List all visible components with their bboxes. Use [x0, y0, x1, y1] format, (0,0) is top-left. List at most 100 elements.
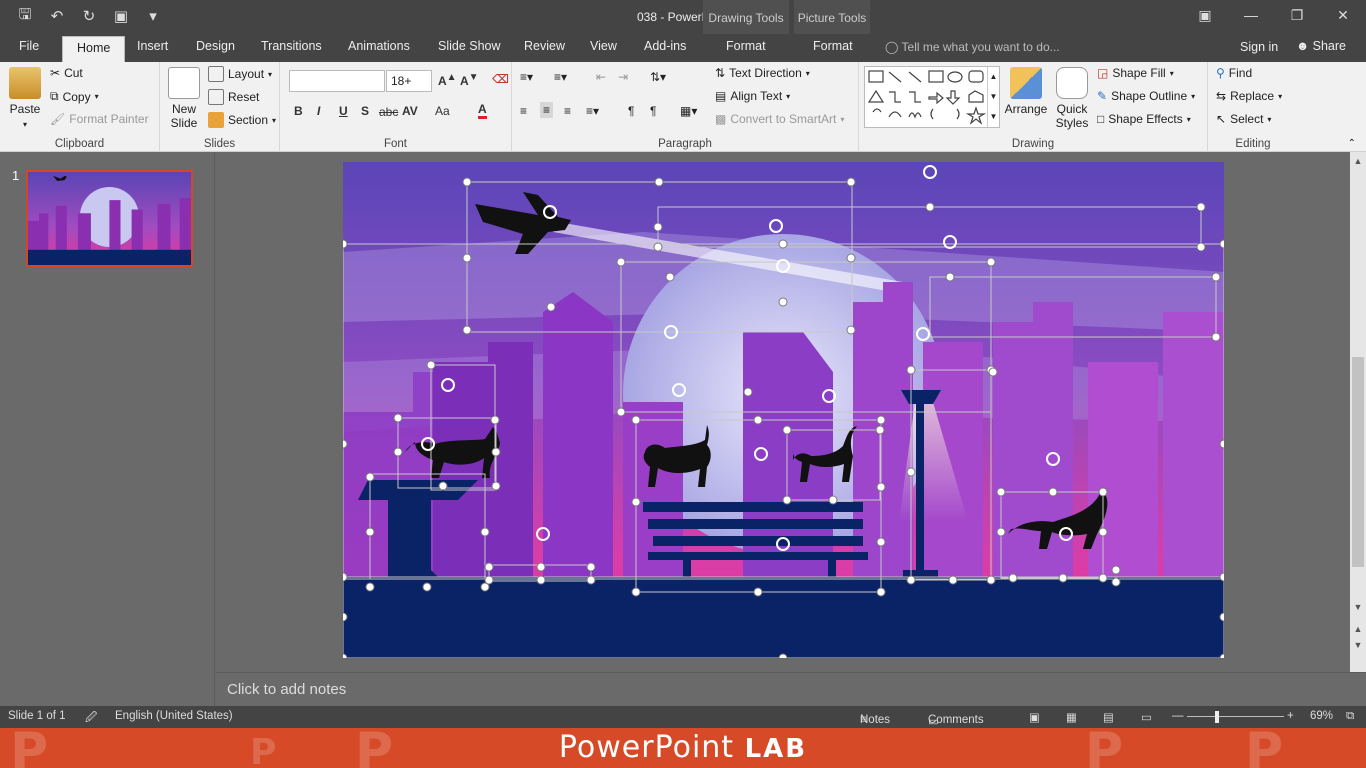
- scissors-icon: ✂: [50, 66, 61, 80]
- increase-indent-icon[interactable]: ⇥: [618, 70, 628, 84]
- scroll-up-icon[interactable]: ▲: [1352, 156, 1364, 166]
- shape-effects-button[interactable]: □ Shape Effects ▾: [1097, 112, 1191, 126]
- format-painter-button[interactable]: 🖌 Format Painter: [50, 112, 149, 126]
- tab-insert[interactable]: Insert: [137, 39, 168, 53]
- normal-view-icon[interactable]: ▣: [1029, 710, 1040, 724]
- shrink-font-button[interactable]: A▼: [460, 72, 479, 88]
- copy-button[interactable]: ⧉ Copy ▾: [50, 89, 99, 104]
- tab-home[interactable]: Home: [62, 36, 126, 62]
- justify-icon[interactable]: ≡▾: [586, 104, 599, 118]
- chevron-down-icon: ▾: [22, 120, 27, 129]
- window-title: 038 - PowerPoint: [636, 10, 730, 24]
- replace-button[interactable]: ⇆ Replace ▾: [1216, 89, 1282, 103]
- slide-sorter-icon[interactable]: ▦: [1066, 710, 1077, 724]
- slide-show-icon[interactable]: ▭: [1141, 710, 1152, 724]
- undo-icon[interactable]: ↶: [46, 6, 68, 26]
- char-spacing-button[interactable]: AV: [402, 104, 418, 118]
- zoom-slider-track[interactable]: [1187, 716, 1284, 717]
- customize-qat-icon[interactable]: ▾: [142, 6, 164, 26]
- previous-slide-icon[interactable]: ▲: [1352, 624, 1364, 634]
- paste-button[interactable]: Paste ▾: [6, 67, 44, 130]
- tab-file[interactable]: File: [19, 39, 39, 53]
- select-button[interactable]: ↖ Select ▾: [1216, 112, 1271, 126]
- zoom-in-button[interactable]: +: [1287, 710, 1294, 722]
- font-size-combo[interactable]: 18+: [386, 70, 432, 92]
- grow-font-button[interactable]: A▲: [438, 72, 457, 88]
- decrease-indent-icon[interactable]: ⇤: [596, 70, 606, 84]
- tell-me-search[interactable]: ◯ Tell me what you want to do...: [885, 40, 1060, 54]
- quick-styles-button[interactable]: Quick Styles: [1049, 67, 1095, 130]
- ribbon-display-icon[interactable]: ▣: [1182, 0, 1228, 30]
- underline-button[interactable]: U: [339, 104, 348, 118]
- next-slide-icon[interactable]: ▼: [1352, 640, 1364, 650]
- align-text-button[interactable]: ▤ Align Text ▾: [715, 89, 790, 103]
- slide-thumbnail[interactable]: [26, 170, 193, 267]
- arrange-button[interactable]: Arrange: [1004, 67, 1048, 116]
- zoom-slider-handle[interactable]: [1215, 711, 1219, 723]
- sign-in-link[interactable]: Sign in: [1240, 40, 1278, 54]
- tab-animations[interactable]: Animations: [348, 39, 410, 53]
- align-left-icon[interactable]: ≡: [520, 104, 527, 118]
- shadow-button[interactable]: S: [361, 104, 369, 118]
- align-right-icon[interactable]: ≡: [564, 104, 571, 118]
- notes-pane[interactable]: Click to add notes: [216, 672, 1366, 706]
- bold-button[interactable]: B: [294, 104, 303, 118]
- tab-format-picture[interactable]: Format: [813, 39, 853, 53]
- language-indicator[interactable]: English (United States): [115, 710, 233, 722]
- replace-icon: ⇆: [1216, 89, 1227, 103]
- zoom-out-button[interactable]: —: [1172, 710, 1184, 722]
- close-button[interactable]: ✕: [1320, 0, 1366, 30]
- font-color-button[interactable]: A: [478, 102, 487, 119]
- tab-format-drawing[interactable]: Format: [726, 39, 766, 53]
- maximize-button[interactable]: ❐: [1274, 0, 1320, 30]
- save-icon[interactable]: 🖫: [14, 6, 36, 26]
- section-button[interactable]: Section ▾: [208, 112, 276, 128]
- find-button[interactable]: ⚲ Find: [1216, 66, 1252, 80]
- change-case-button[interactable]: Aa: [435, 104, 450, 118]
- reading-view-icon[interactable]: ▤: [1103, 710, 1114, 724]
- ltr-icon[interactable]: ¶: [628, 104, 634, 118]
- lightbulb-icon: ◯: [885, 40, 902, 54]
- font-name-combo[interactable]: [289, 70, 385, 92]
- gallery-scroll[interactable]: ▲ ▼ ▼: [987, 67, 999, 127]
- tab-view[interactable]: View: [590, 39, 617, 53]
- slide-canvas[interactable]: [343, 162, 1224, 658]
- scrollbar-thumb[interactable]: [1352, 357, 1364, 567]
- cut-button[interactable]: ✂ Cut: [50, 66, 83, 80]
- scroll-down-icon[interactable]: ▼: [1352, 602, 1364, 612]
- thumbnail-art: [28, 172, 191, 265]
- minimize-button[interactable]: —: [1228, 0, 1274, 30]
- italic-button[interactable]: I: [317, 104, 320, 118]
- bullets-icon[interactable]: ≡▾: [520, 70, 533, 84]
- shape-fill-button[interactable]: ◲ Shape Fill ▾: [1097, 66, 1174, 80]
- tab-review[interactable]: Review: [524, 39, 565, 53]
- tab-add-ins[interactable]: Add-ins: [644, 39, 686, 53]
- tab-design[interactable]: Design: [196, 39, 235, 53]
- shapes-gallery[interactable]: ▲ ▼ ▼: [864, 66, 1000, 128]
- collapse-ribbon-icon[interactable]: ⌃: [1348, 138, 1356, 149]
- columns-icon[interactable]: ▦▾: [680, 104, 697, 118]
- vertical-scrollbar[interactable]: ▲ ▼ ▲ ▼: [1350, 152, 1366, 672]
- fit-slide-icon[interactable]: ⧉: [1346, 710, 1354, 723]
- zoom-level[interactable]: 69%: [1310, 710, 1333, 722]
- strikethrough-button[interactable]: abc: [379, 105, 398, 119]
- present-icon[interactable]: ▣: [110, 6, 132, 26]
- redo-icon[interactable]: ↻: [78, 6, 100, 26]
- shape-outline-button[interactable]: ✎ Shape Outline ▾: [1097, 89, 1195, 103]
- clear-format-icon[interactable]: ⌫: [492, 72, 509, 86]
- rtl-icon[interactable]: ¶: [650, 104, 656, 118]
- layout-icon: [208, 66, 224, 82]
- spell-check-icon[interactable]: 🖉: [85, 710, 97, 729]
- convert-smartart-button[interactable]: ▩ Convert to SmartArt ▾: [715, 112, 844, 126]
- share-button[interactable]: ☻ Share: [1292, 37, 1350, 55]
- numbering-icon[interactable]: ≡▾: [554, 70, 567, 84]
- notes-placeholder: Click to add notes: [227, 681, 347, 698]
- text-direction-button[interactable]: ⇅ Text Direction ▾: [715, 66, 810, 80]
- align-center-icon[interactable]: ≡: [540, 102, 554, 118]
- new-slide-button[interactable]: New Slide: [164, 67, 204, 130]
- tab-slide-show[interactable]: Slide Show: [438, 39, 501, 53]
- line-spacing-icon[interactable]: ⇅▾: [650, 70, 666, 84]
- tab-transitions[interactable]: Transitions: [261, 39, 322, 53]
- layout-button[interactable]: Layout ▾: [208, 66, 272, 82]
- reset-button[interactable]: Reset: [208, 89, 259, 105]
